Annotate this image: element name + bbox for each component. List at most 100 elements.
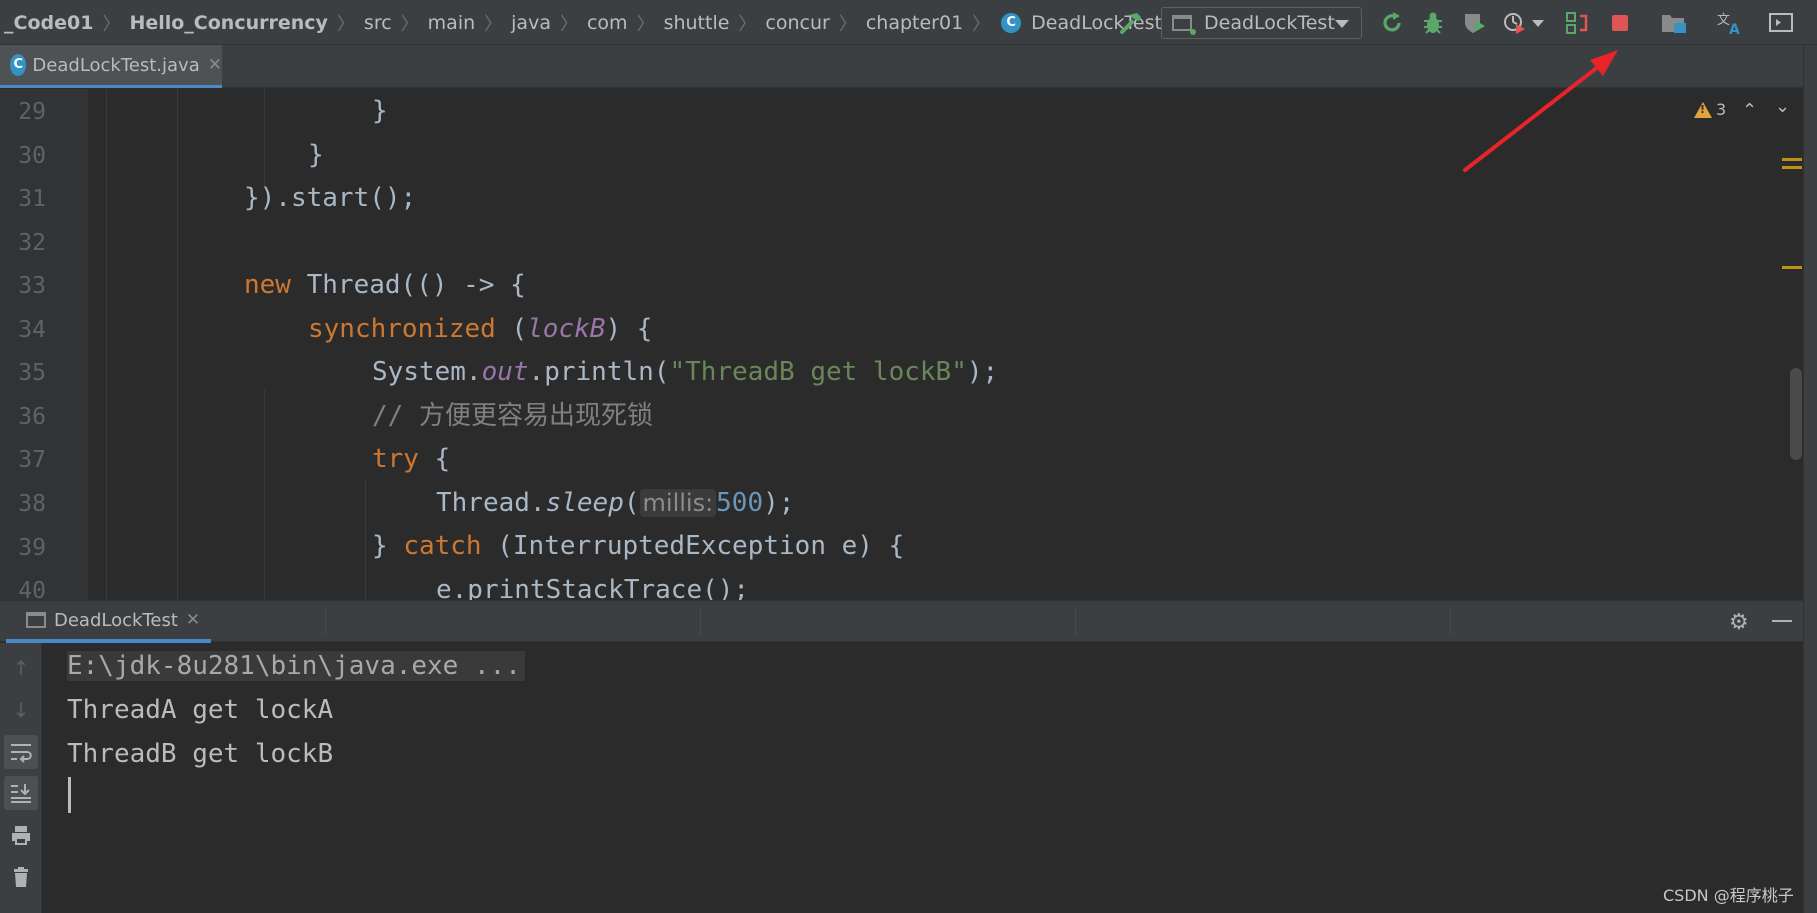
indent-guide (264, 89, 265, 189)
run-side-toolbar: ↑ ↓ (0, 643, 42, 913)
breadcrumb-separator: 〉 (636, 13, 655, 35)
line-number: 37 (18, 447, 46, 473)
up-arrow-icon[interactable]: ↑ (4, 651, 38, 685)
gear-icon[interactable]: ⚙ (1729, 610, 1749, 635)
text-cursor (68, 777, 71, 813)
keyword-token: try (372, 444, 419, 474)
application-icon (1172, 15, 1196, 35)
breadcrumb-item[interactable]: DeadLockTest (1027, 12, 1166, 34)
warning-count: 3 (1716, 100, 1727, 119)
code-token: }).start(); (244, 183, 417, 213)
breadcrumb-separator: 〉 (738, 13, 757, 35)
console-line: ThreadA get lockA (67, 695, 334, 725)
translate-icon[interactable]: 文A (1716, 9, 1744, 37)
console-line: ThreadB get lockB (67, 739, 334, 769)
chevron-down-icon (1335, 20, 1349, 28)
breadcrumb-item[interactable]: java (507, 12, 555, 34)
attach-icon[interactable] (1563, 9, 1591, 37)
build-hammer-icon[interactable] (1118, 10, 1144, 36)
code-token: Thread. (436, 488, 546, 518)
breadcrumb-item[interactable]: shuttle (660, 12, 734, 34)
code-token: } (372, 531, 404, 561)
error-stripe-marker[interactable] (1782, 266, 1802, 269)
presentation-icon[interactable] (1767, 9, 1795, 37)
code-line: try { (372, 440, 450, 478)
navigation-bar: _Code01 〉 Hello_Concurrency 〉 src 〉 main… (0, 0, 1817, 45)
line-number: 32 (18, 230, 46, 256)
breadcrumb-separator: 〉 (559, 13, 578, 35)
scroll-to-end-icon[interactable] (4, 776, 38, 810)
right-tool-strip (1803, 45, 1817, 913)
svg-text:A: A (1729, 22, 1740, 36)
code-token: ( (623, 488, 640, 518)
method-token: sleep (545, 488, 624, 518)
trash-icon[interactable] (4, 860, 38, 894)
profile-icon[interactable] (1500, 9, 1528, 37)
code-token: ); (966, 357, 999, 387)
run-tool-window-header: DeadLockTest ✕ (0, 600, 1803, 643)
line-number: 29 (18, 99, 46, 125)
coverage-icon[interactable] (1460, 9, 1488, 37)
field-token: out (481, 357, 529, 387)
indent-guide (365, 479, 366, 600)
breadcrumb-separator: 〉 (484, 13, 503, 35)
code-line: Thread.sleep(millis: 500); (436, 484, 794, 522)
breadcrumb-separator: 〉 (336, 13, 355, 35)
close-icon[interactable]: ✕ (186, 610, 200, 630)
close-icon[interactable]: ✕ (208, 55, 222, 75)
editor-tab-label: DeadLockTest.java (32, 54, 200, 76)
stop-icon[interactable] (1606, 9, 1634, 37)
breadcrumb-item[interactable]: src (360, 12, 396, 34)
keyword-token: catch (403, 531, 482, 561)
minimize-icon[interactable] (1772, 620, 1792, 622)
breadcrumb-item[interactable]: Hello_Concurrency (125, 12, 331, 34)
editor-tab-deadlocktest[interactable]: C DeadLockTest.java ✕ (0, 45, 222, 88)
more-run-options-icon[interactable] (1530, 9, 1546, 37)
code-token: (InterruptedException e) { (481, 531, 905, 561)
keyword-token: new (244, 270, 291, 300)
breadcrumb-item[interactable]: concur (761, 12, 833, 34)
string-token: "ThreadB get lockB" (669, 357, 967, 387)
java-class-icon: C (10, 54, 27, 76)
inspection-widget[interactable]: 3 (1694, 100, 1726, 119)
breadcrumb-item[interactable]: main (424, 12, 479, 34)
rerun-icon[interactable] (1378, 9, 1406, 37)
error-stripe-marker[interactable] (1782, 158, 1802, 161)
run-tab-deadlocktest[interactable]: DeadLockTest ✕ (6, 601, 211, 643)
breadcrumb: _Code01 〉 Hello_Concurrency 〉 src 〉 main… (0, 0, 1166, 45)
debug-icon[interactable] (1419, 9, 1447, 37)
print-icon[interactable] (4, 818, 38, 852)
breadcrumb-item[interactable]: _Code01 (0, 12, 97, 34)
run-configuration-selector[interactable]: DeadLockTest (1161, 7, 1362, 39)
code-line: }).start(); (244, 179, 416, 217)
console-output[interactable]: E:\jdk-8u281\bin\java.exe ... ThreadA ge… (43, 643, 1803, 913)
chevron-up-icon[interactable]: ⌃ (1742, 100, 1757, 121)
project-structure-icon[interactable] (1660, 9, 1688, 37)
chevron-down-icon[interactable]: ⌄ (1775, 96, 1790, 117)
watermark: CSDN @程序桃子 (1663, 886, 1794, 905)
code-token: { (418, 444, 451, 474)
code-line: System.out.println("ThreadB get lockB"); (372, 353, 998, 391)
editor-scrollbar[interactable] (1790, 368, 1802, 460)
divider (700, 609, 701, 635)
down-arrow-icon[interactable]: ↓ (4, 693, 38, 727)
code-editor[interactable]: } } }).start(); new Thread(() -> { synch… (88, 89, 1778, 600)
breadcrumb-separator: 〉 (400, 13, 419, 35)
console-line: E:\jdk-8u281\bin\java.exe ... (67, 646, 525, 686)
line-number-gutter: 29 30 31 32 33 34 35 36 37 38 39 40 (0, 89, 88, 604)
line-number: 38 (18, 491, 46, 517)
line-number: 30 (18, 143, 46, 169)
code-token: Thread(() -> { (290, 270, 526, 300)
warning-icon (1694, 101, 1712, 118)
divider (1450, 609, 1451, 635)
code-token: ( (495, 314, 528, 344)
line-number: 36 (18, 404, 46, 430)
breadcrumb-item[interactable]: com (583, 12, 632, 34)
error-stripe-marker[interactable] (1782, 166, 1802, 169)
breadcrumb-item[interactable]: chapter01 (862, 12, 967, 34)
breadcrumb-separator: 〉 (972, 13, 991, 35)
soft-wrap-icon[interactable] (4, 735, 38, 769)
field-token: lockB (527, 314, 606, 344)
run-configuration-label: DeadLockTest (1204, 12, 1335, 34)
code-line: e.printStackTrace(); (436, 575, 750, 600)
